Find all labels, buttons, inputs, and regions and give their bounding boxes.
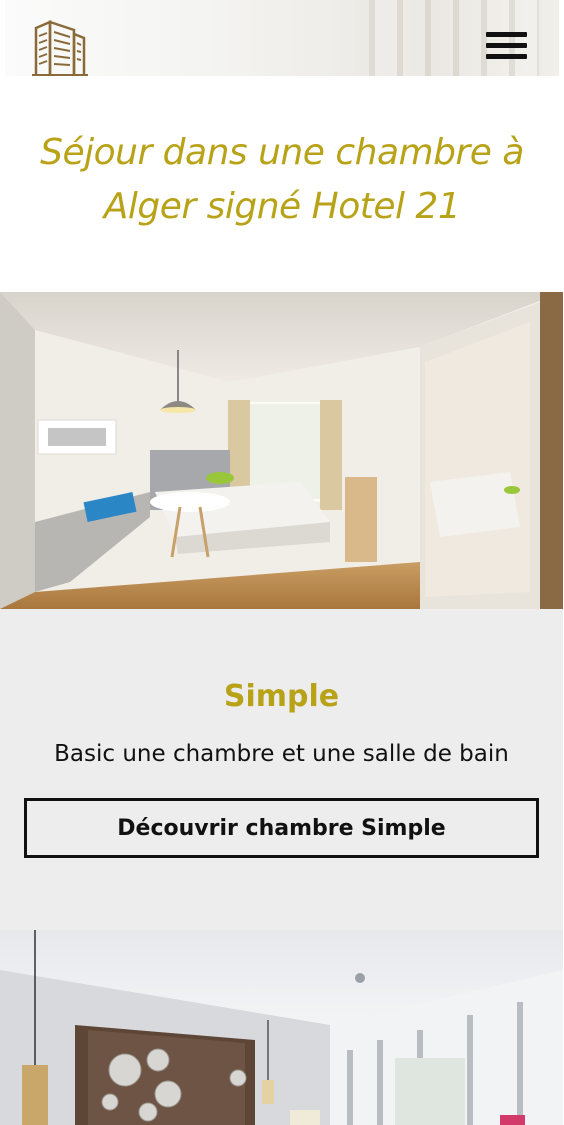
discover-room-button[interactable]: Découvrir chambre Simple [24,798,539,858]
room-photo-simple [0,292,563,609]
hamburger-menu-icon[interactable] [486,32,528,64]
menu-line [486,54,527,59]
header-background [5,0,559,76]
page-title: Séjour dans une chambre à Alger signé Ho… [40,132,524,227]
hotel-logo-icon[interactable] [32,18,88,78]
hero-section: Séjour dans une chambre à Alger signé Ho… [0,76,564,292]
menu-line [486,32,527,37]
room-photo-next [0,930,563,1125]
room-description: Basic une chambre et une salle de bain [54,741,509,767]
room-name: Simple [223,679,340,714]
site-header [0,0,564,78]
room-card-simple: Simple Basic une chambre et une salle de… [0,609,563,930]
menu-line [486,43,527,48]
